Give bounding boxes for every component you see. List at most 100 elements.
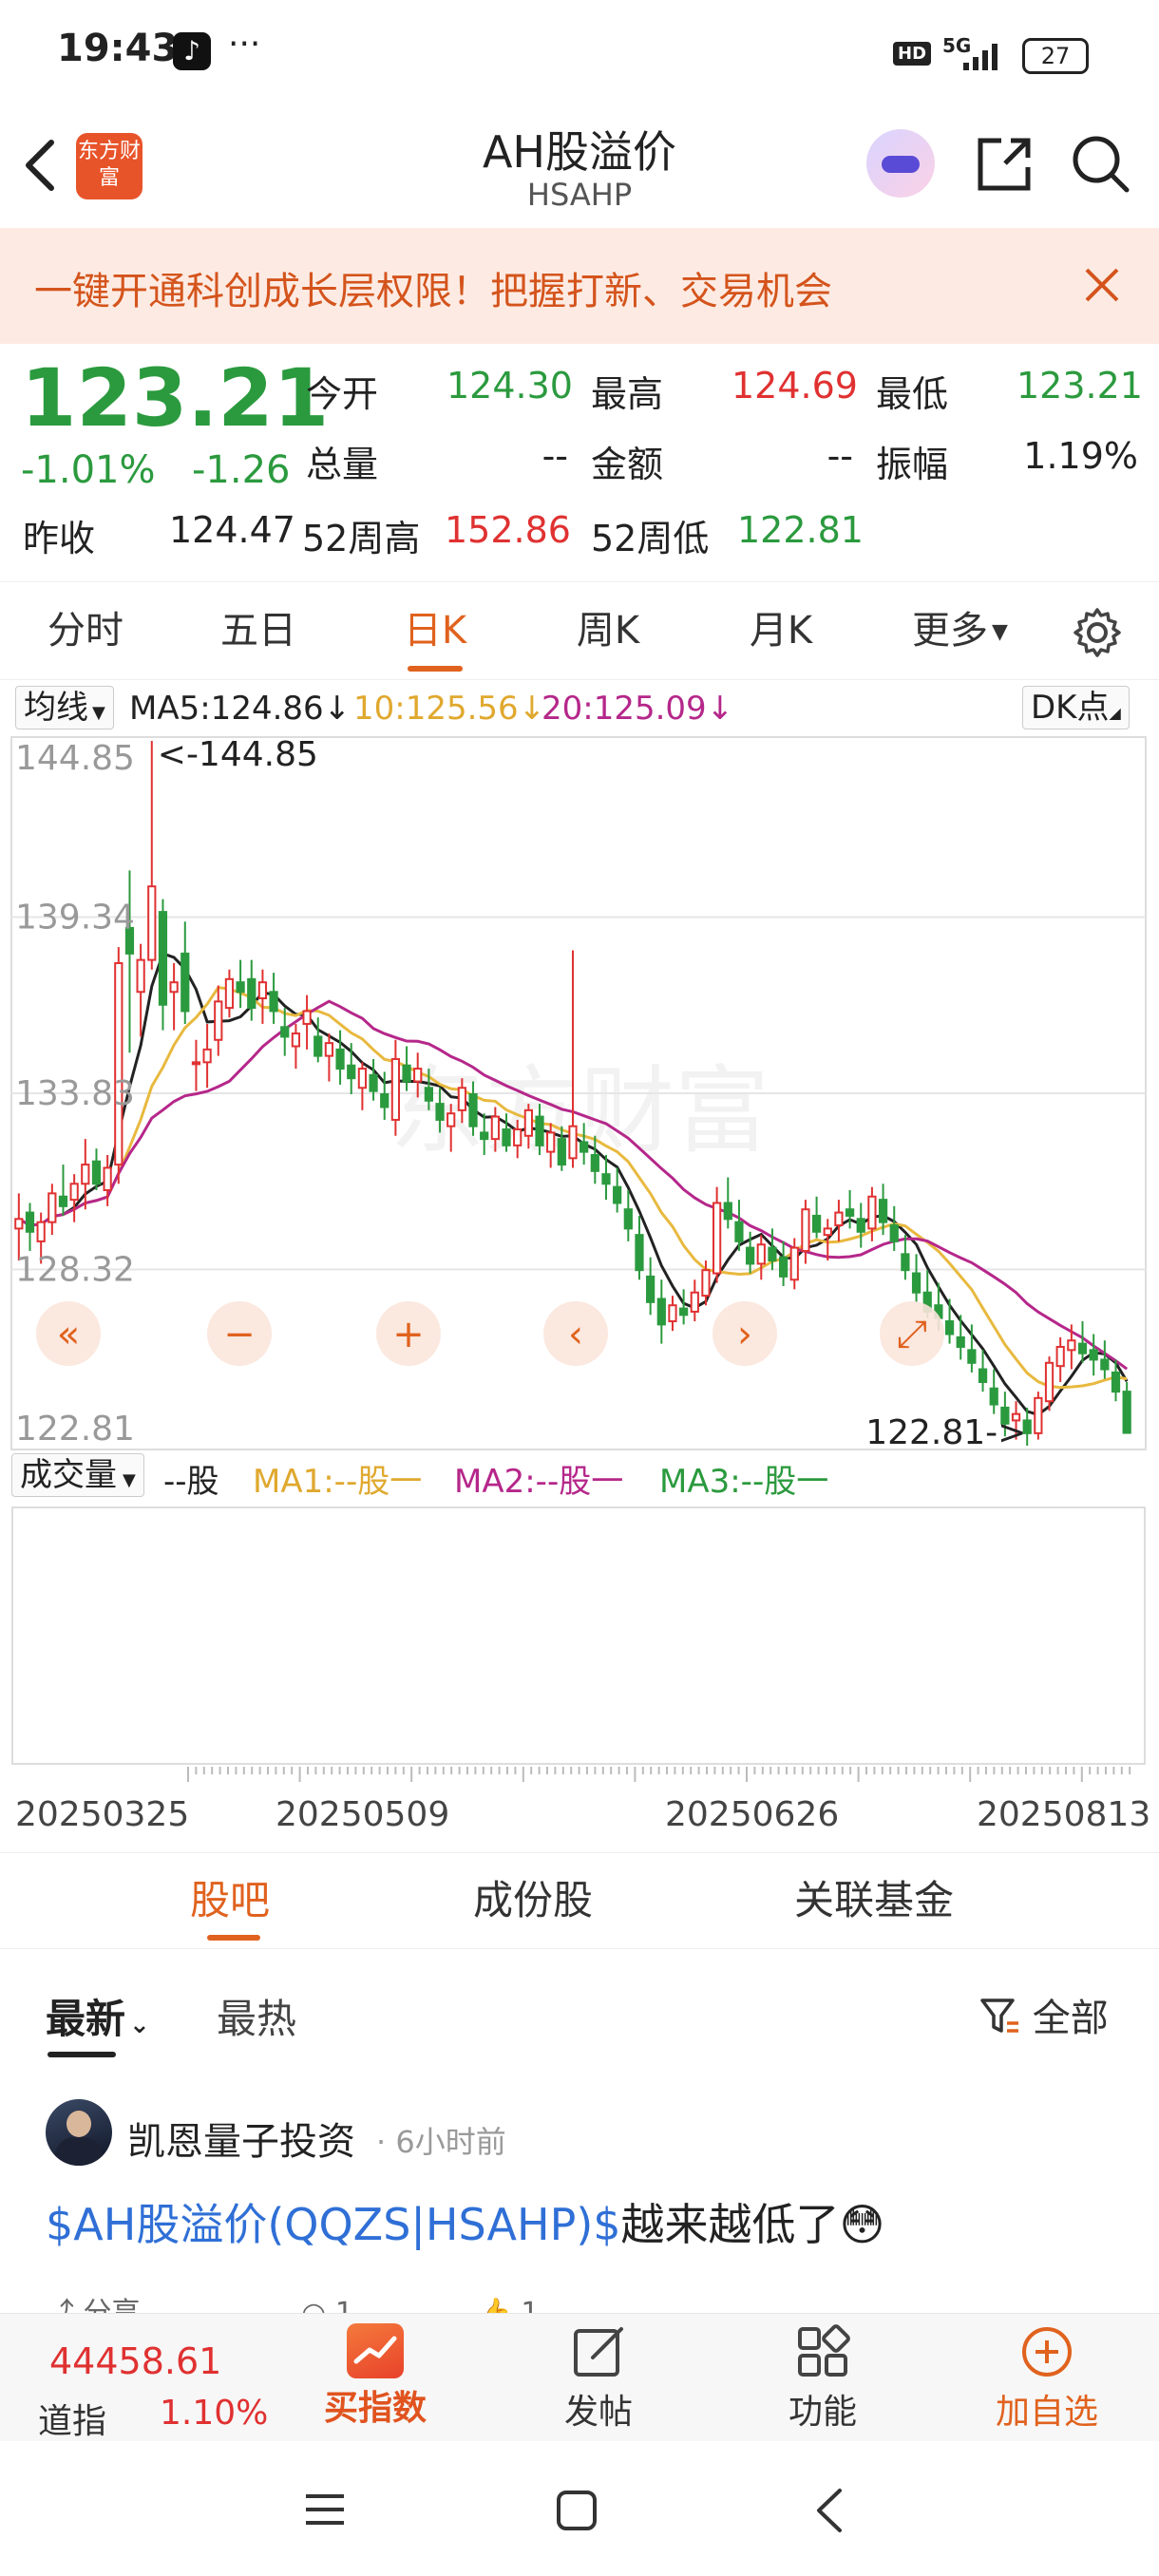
close-icon[interactable] <box>1083 266 1121 304</box>
sort-latest[interactable]: 最新 ⌄ <box>46 1987 150 2045</box>
emoji-icon: 😳 <box>839 2199 885 2250</box>
post-button[interactable]: 发帖 <box>532 2323 665 2434</box>
candle-body <box>424 1087 433 1102</box>
candle-body <box>390 1057 401 1121</box>
candle-body <box>856 1218 865 1233</box>
filter-button[interactable]: 全部 <box>978 1987 1109 2042</box>
y-tick-label: 139.34 <box>15 899 135 938</box>
candle-body <box>91 1160 102 1185</box>
candle-body <box>601 1173 611 1185</box>
prev-button: ‹ <box>543 1301 608 1366</box>
ma10-text: 10:125.56 <box>353 690 519 728</box>
candle-body <box>546 1131 556 1153</box>
share-icon[interactable] <box>973 133 1036 196</box>
candle-body <box>457 1087 466 1111</box>
ma5-text: MA5:124.86 <box>129 690 324 728</box>
control-symbol: « <box>57 1313 80 1356</box>
candle-body <box>568 1125 578 1160</box>
bottom-toolbar: 44458.61 道指 1.10% 买指数 发帖 功能 加自选 <box>0 2313 1159 2442</box>
tab-kline[interactable]: 五日 <box>182 582 334 679</box>
candle-body <box>867 1195 877 1230</box>
rewind-button: « <box>36 1301 101 1366</box>
tab-related-funds[interactable]: 关联基金 <box>794 1853 954 1948</box>
candle-body <box>347 1064 356 1080</box>
search-icon[interactable] <box>1070 133 1132 196</box>
candle-body <box>756 1243 766 1265</box>
candle-body <box>989 1387 998 1406</box>
home-icon[interactable] <box>555 2489 598 2532</box>
tab-kline[interactable]: 日K <box>359 582 511 679</box>
candle-body <box>590 1153 599 1172</box>
next-button: › <box>712 1301 777 1366</box>
ma-selector[interactable]: 均线 ▼ <box>15 686 114 729</box>
functions-button[interactable]: 功能 <box>756 2323 889 2434</box>
candle-body <box>25 1211 35 1233</box>
tab-constituents[interactable]: 成份股 <box>473 1853 593 1948</box>
candle-body <box>712 1202 722 1275</box>
post-body[interactable]: $AH股溢价(QQZS|HSAHP)$越来越低了😳 <box>46 2190 885 2253</box>
stat-value: 1.19% <box>1023 435 1138 477</box>
hd-icon: HD <box>893 42 932 66</box>
settings-icon[interactable] <box>1072 607 1123 658</box>
tab-more[interactable]: 更多 ▼ <box>912 582 1008 679</box>
candle-body <box>14 1218 24 1230</box>
index-change: 1.10% <box>160 2394 269 2433</box>
volume-selector[interactable]: 成交量 ▼ <box>11 1453 144 1497</box>
promo-banner[interactable]: 一键开通科创成长层权限！把握打新、交易机会 <box>0 228 1159 344</box>
tab-kline[interactable]: 周K <box>532 582 684 679</box>
y-tick-label: 133.83 <box>15 1074 135 1113</box>
candle-body <box>103 1166 112 1192</box>
clock: 19:43 <box>57 27 179 70</box>
candle-body <box>191 1061 201 1066</box>
candle-body <box>468 1093 478 1127</box>
candle-body <box>1089 1349 1098 1361</box>
wk52-low-value: 122.81 <box>737 509 864 551</box>
post-stock-link[interactable]: $AH股溢价(QQZS|HSAHP)$ <box>46 2199 621 2250</box>
tab-kline[interactable]: 分时 <box>10 582 162 679</box>
menu-icon[interactable] <box>302 2491 348 2529</box>
chart-watermark: 东方财富 <box>390 1058 770 1165</box>
index-name: 道指 <box>38 2402 107 2441</box>
ma5-label: MA5:124.86↓ <box>129 690 351 728</box>
back-nav-icon[interactable] <box>811 2487 846 2534</box>
candle-body <box>335 1048 345 1070</box>
x-tick-label: 20250813 <box>977 1795 1150 1834</box>
wk52-high-label: 52周高 <box>302 518 421 559</box>
fullscreen-button: ⤢ <box>880 1301 944 1366</box>
volume-ma1: MA1:--股一 <box>253 1463 423 1501</box>
stat-label: 总量 <box>306 444 379 485</box>
tab-kline[interactable]: 月K <box>705 582 857 679</box>
buy-index-button[interactable]: 买指数 <box>314 2323 437 2430</box>
avatar[interactable] <box>46 2099 112 2166</box>
candle-body <box>845 1208 855 1217</box>
candle-body <box>878 1199 888 1223</box>
sort-hottest[interactable]: 最热 <box>217 1987 296 2045</box>
dk-button[interactable]: DK点◢ <box>1022 686 1130 729</box>
candle-body <box>668 1304 677 1323</box>
tab-guba[interactable]: 股吧 <box>190 1853 270 1948</box>
candle-body <box>745 1246 755 1265</box>
grid-icon <box>798 2324 850 2377</box>
index-value[interactable]: 44458.61 <box>49 2340 221 2382</box>
assistant-avatar-icon[interactable] <box>866 129 935 198</box>
caret-down-icon: ▼ <box>992 620 1008 644</box>
kline-chart-area: 均线 ▼ MA5:124.86↓ 10:125.56↓ 20:125.09↓ DK… <box>0 678 1159 1452</box>
stat-label: 最低 <box>876 373 949 415</box>
candle-body <box>911 1272 922 1294</box>
candle-body <box>1122 1391 1131 1434</box>
time-axis: 20250325 20250509 20250626 20250813 <box>15 1767 1150 1834</box>
candle-body <box>580 1141 589 1153</box>
post-author[interactable]: 凯恩量子投资 <box>127 2111 355 2166</box>
candle-body <box>58 1195 68 1207</box>
volume-chart[interactable] <box>11 1506 1146 1765</box>
max-marker: <-144.85 <box>158 735 318 774</box>
candle-body <box>269 991 278 1013</box>
candle-body <box>1034 1396 1043 1434</box>
tab-underline <box>408 666 463 672</box>
dk-label: DK点 <box>1031 689 1110 727</box>
chart-controls: « − + ‹ › ⤢ <box>36 1301 944 1366</box>
candlestick-chart[interactable]: 东方财富 144.85 139.34 133.83 128.32 122.81 <-14… <box>0 735 1159 1467</box>
tiktok-icon: ♪ <box>173 32 211 70</box>
add-watchlist-button[interactable]: 加自选 <box>980 2323 1113 2434</box>
stat-value: -- <box>826 435 853 477</box>
